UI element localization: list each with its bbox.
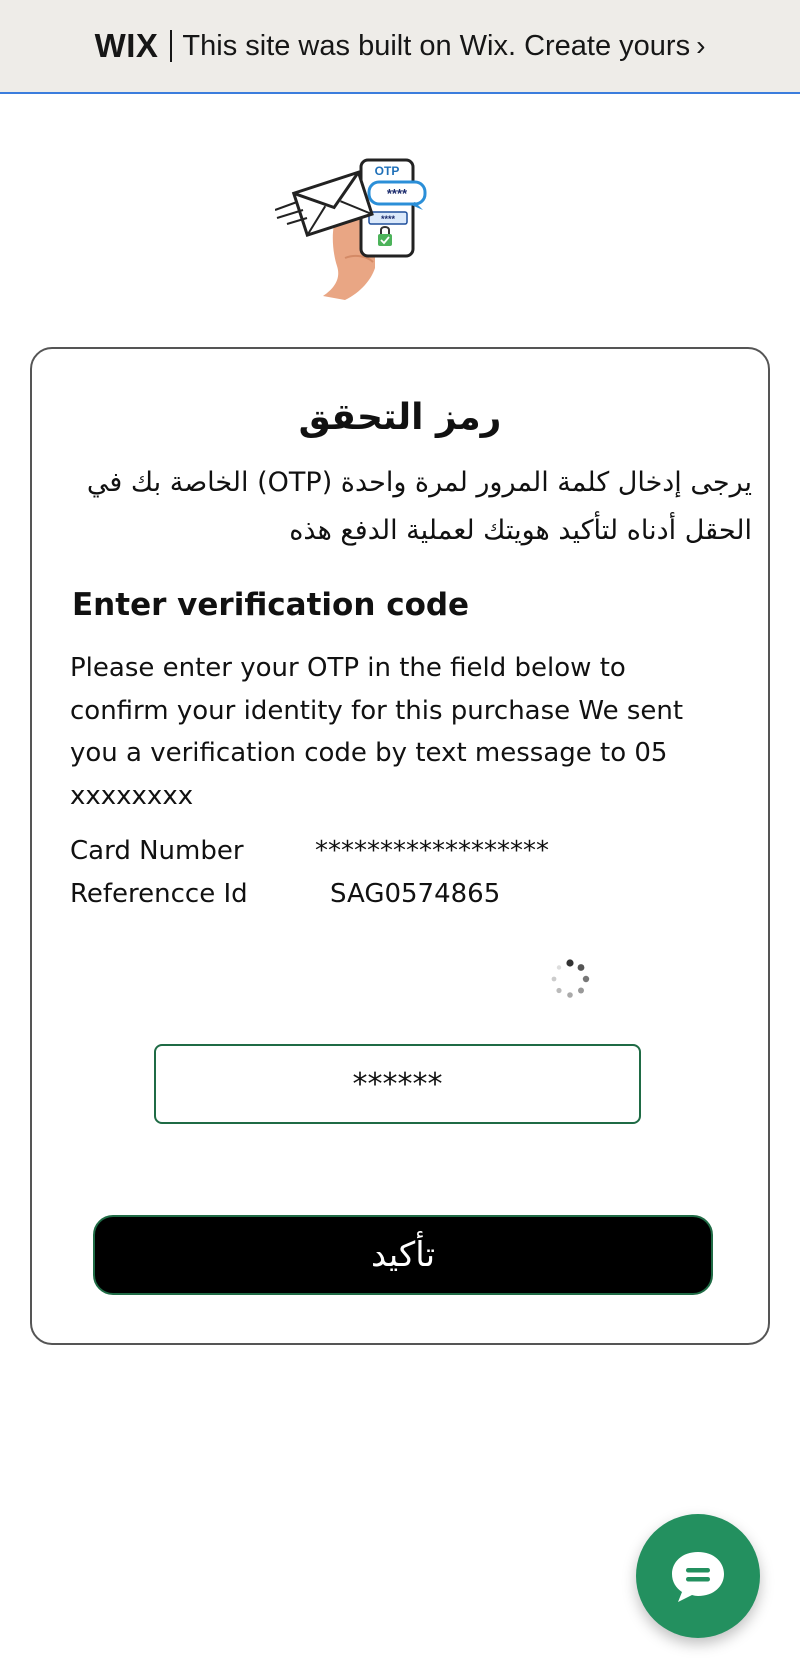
card-number-row: Card Number ****************** [70,836,549,866]
reference-id-row: Referencce Id SAG0574865 [70,879,500,909]
verification-instructions: Please enter your OTP in the field below… [70,653,684,811]
reference-id-value: SAG0574865 [330,879,501,909]
arabic-instructions: يرجى إدخال كلمة المرور لمرة واحدة (OTP) … [86,467,752,546]
otp-input[interactable] [154,1044,641,1124]
otp-label: OTP [375,164,400,178]
page-title: رمز التحقق [298,397,502,438]
verification-heading: Enter verification code [72,587,470,623]
chat-bubble-icon [672,1552,724,1602]
loading-spinner-icon [551,959,590,998]
bubble-text: **** [387,186,408,201]
otp-card: رمز التحقق يرجى إدخال كلمة المرور لمرة و… [30,347,770,1345]
chat-button[interactable] [636,1514,760,1638]
otp-phone-illustration: OTP **** **** [275,158,427,300]
confirm-button[interactable]: تأكيد [93,1215,713,1295]
chevron-right-icon: › [696,30,706,61]
wix-logo: WIX [94,27,159,64]
field-text: **** [381,214,396,224]
card-number-label: Card Number [70,836,244,866]
card-number-value: ****************** [315,836,549,866]
banner-text[interactable]: This site was built on Wix. Create yours [182,30,690,63]
banner-divider [170,30,173,62]
reference-id-label: Referencce Id [70,879,248,909]
wix-banner[interactable]: WIX This site was built on Wix. Create y… [0,0,800,94]
